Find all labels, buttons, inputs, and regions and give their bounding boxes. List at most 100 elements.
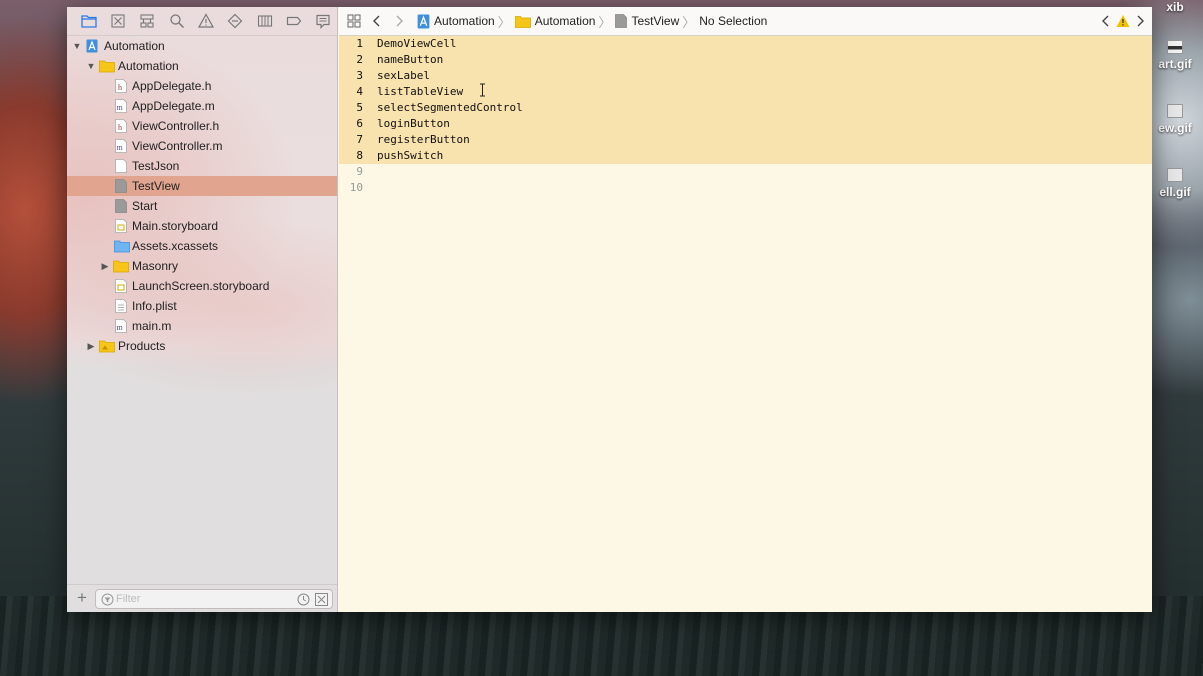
plain-file-icon <box>115 159 127 173</box>
line-number: 6 <box>356 117 363 130</box>
tree-item-file[interactable]: LaunchScreen.storyboard <box>67 276 337 296</box>
code-area[interactable]: 1 DemoViewCell 2 nameButton 3 sexLabel 4… <box>339 36 1152 196</box>
tab-find-navigator[interactable] <box>162 9 191 33</box>
line-text: pushSwitch <box>377 149 444 162</box>
implementation-file-icon: m <box>115 319 127 333</box>
code-line[interactable]: 4 listTableView <box>339 84 1152 100</box>
tree-item-label: TestView <box>132 179 180 193</box>
previous-issue-button[interactable] <box>1098 13 1114 29</box>
tree-item-file[interactable]: m main.m <box>67 316 337 336</box>
disclosure-closed-icon[interactable]: ▶ <box>100 261 110 271</box>
tree-item-label: Info.plist <box>132 299 177 313</box>
issue-indicator[interactable] <box>1115 13 1131 29</box>
project-icon <box>417 14 430 28</box>
disclosure-open-icon[interactable]: ▼ <box>86 61 96 71</box>
code-line[interactable]: 5 selectSegmentedControl <box>339 100 1152 116</box>
breadcrumb-label: Automation <box>434 14 495 28</box>
tree-item-file[interactable]: Main.storyboard <box>67 216 337 236</box>
folder-icon <box>514 15 531 28</box>
breadcrumb-separator-icon: 〉 <box>497 14 511 30</box>
source-editor: Automation 〉 Automation 〉 TestView 〉 No … <box>339 7 1152 612</box>
tree-item-label: AppDelegate.h <box>132 79 212 93</box>
project-navigator: ▼ Automation ▼ Automation h AppDelegate.… <box>67 7 338 612</box>
plist-icon <box>115 299 127 313</box>
tab-debug-navigator[interactable] <box>250 9 279 33</box>
tree-item-group[interactable]: ▶ Products <box>67 336 337 356</box>
search-icon <box>169 14 184 29</box>
back-button[interactable] <box>369 13 385 29</box>
plain-file-icon <box>115 179 127 193</box>
desktop-file[interactable]: art.gif <box>1151 40 1199 71</box>
line-number: 9 <box>356 165 363 178</box>
code-line[interactable]: 8 pushSwitch <box>339 148 1152 164</box>
forward-button[interactable] <box>391 13 407 29</box>
disclosure-closed-icon[interactable]: ▶ <box>86 341 96 351</box>
tree-item-file[interactable]: h ViewController.h <box>67 116 337 136</box>
tree-item-file[interactable]: Info.plist <box>67 296 337 316</box>
image-file-icon <box>1167 168 1183 182</box>
desktop-file[interactable]: ell.gif <box>1151 168 1199 199</box>
tab-source-control[interactable] <box>103 9 132 33</box>
storyboard-icon <box>115 279 127 293</box>
code-line[interactable]: 10 <box>339 180 1152 196</box>
tree-item-file[interactable]: h AppDelegate.h <box>67 76 337 96</box>
desktop-file-label: ell.gif <box>1159 185 1191 199</box>
tab-breakpoint-navigator[interactable] <box>279 9 308 33</box>
plain-file-icon <box>115 199 127 213</box>
tree-item-file[interactable]: TestJson <box>67 156 337 176</box>
desktop-file-label: xib <box>1166 0 1184 14</box>
code-line[interactable]: 7 registerButton <box>339 132 1152 148</box>
chevron-left-icon <box>373 15 380 27</box>
breadcrumb-selection[interactable]: No Selection <box>699 14 767 28</box>
tab-project-navigator[interactable] <box>74 9 103 33</box>
tree-item-label: Products <box>118 339 166 353</box>
breadcrumb-group[interactable]: Automation <box>514 14 595 28</box>
breadcrumb-separator-icon: 〉 <box>598 14 612 30</box>
tree-item-label: AppDelegate.m <box>132 99 215 113</box>
code-line[interactable]: 3 sexLabel <box>339 68 1152 84</box>
source-control-icon <box>111 14 125 28</box>
tree-item-label: Main.storyboard <box>132 219 219 233</box>
tree-item-file[interactable]: Start <box>67 196 337 216</box>
tree-item-project[interactable]: ▼ Automation <box>67 36 337 56</box>
code-line[interactable]: 9 <box>339 164 1152 180</box>
tree-item-file[interactable]: Assets.xcassets <box>67 236 337 256</box>
tree-item-file[interactable]: m AppDelegate.m <box>67 96 337 116</box>
tab-issue-navigator[interactable] <box>191 9 220 33</box>
related-items-button[interactable] <box>346 13 362 29</box>
line-number: 10 <box>349 181 363 194</box>
recent-files-icon[interactable] <box>297 593 310 606</box>
tree-item-file-selected[interactable]: TestView <box>67 176 337 196</box>
tab-report-navigator[interactable] <box>309 9 337 33</box>
tree-item-label: Assets.xcassets <box>132 239 219 253</box>
code-line[interactable]: 1 DemoViewCell <box>339 36 1152 52</box>
line-number: 4 <box>356 85 363 98</box>
desktop-file-label: art.gif <box>1158 57 1192 71</box>
filter-field <box>95 589 333 609</box>
implementation-file-icon: m <box>115 99 127 113</box>
desktop-file[interactable]: xib <box>1151 0 1199 14</box>
breadcrumb-file[interactable]: TestView <box>615 14 679 28</box>
line-text: listTableView <box>377 85 464 98</box>
next-issue-button[interactable] <box>1132 13 1148 29</box>
svg-text:h: h <box>118 123 122 132</box>
code-line[interactable]: 6 loginButton <box>339 116 1152 132</box>
folder-icon <box>113 260 129 273</box>
line-number: 8 <box>356 149 363 162</box>
tree-item-file[interactable]: m ViewController.m <box>67 136 337 156</box>
add-file-button[interactable]: + <box>75 589 89 607</box>
tree-item-group[interactable]: ▶ Masonry <box>67 256 337 276</box>
tab-test-navigator[interactable] <box>221 9 250 33</box>
header-file-icon: h <box>115 119 127 133</box>
tree-item-group[interactable]: ▼ Automation <box>67 56 337 76</box>
code-line[interactable]: 2 nameButton <box>339 52 1152 68</box>
breadcrumb-project[interactable]: Automation <box>417 14 495 29</box>
disclosure-open-icon[interactable]: ▼ <box>72 41 82 51</box>
jump-bar: Automation 〉 Automation 〉 TestView 〉 No … <box>339 7 1152 36</box>
tab-symbol-navigator[interactable] <box>133 9 162 33</box>
source-control-filter-icon[interactable] <box>315 593 328 606</box>
line-text: DemoViewCell <box>377 37 457 50</box>
project-icon <box>86 39 98 53</box>
desktop-file[interactable]: ew.gif <box>1151 104 1199 135</box>
filter-input[interactable] <box>116 592 286 606</box>
